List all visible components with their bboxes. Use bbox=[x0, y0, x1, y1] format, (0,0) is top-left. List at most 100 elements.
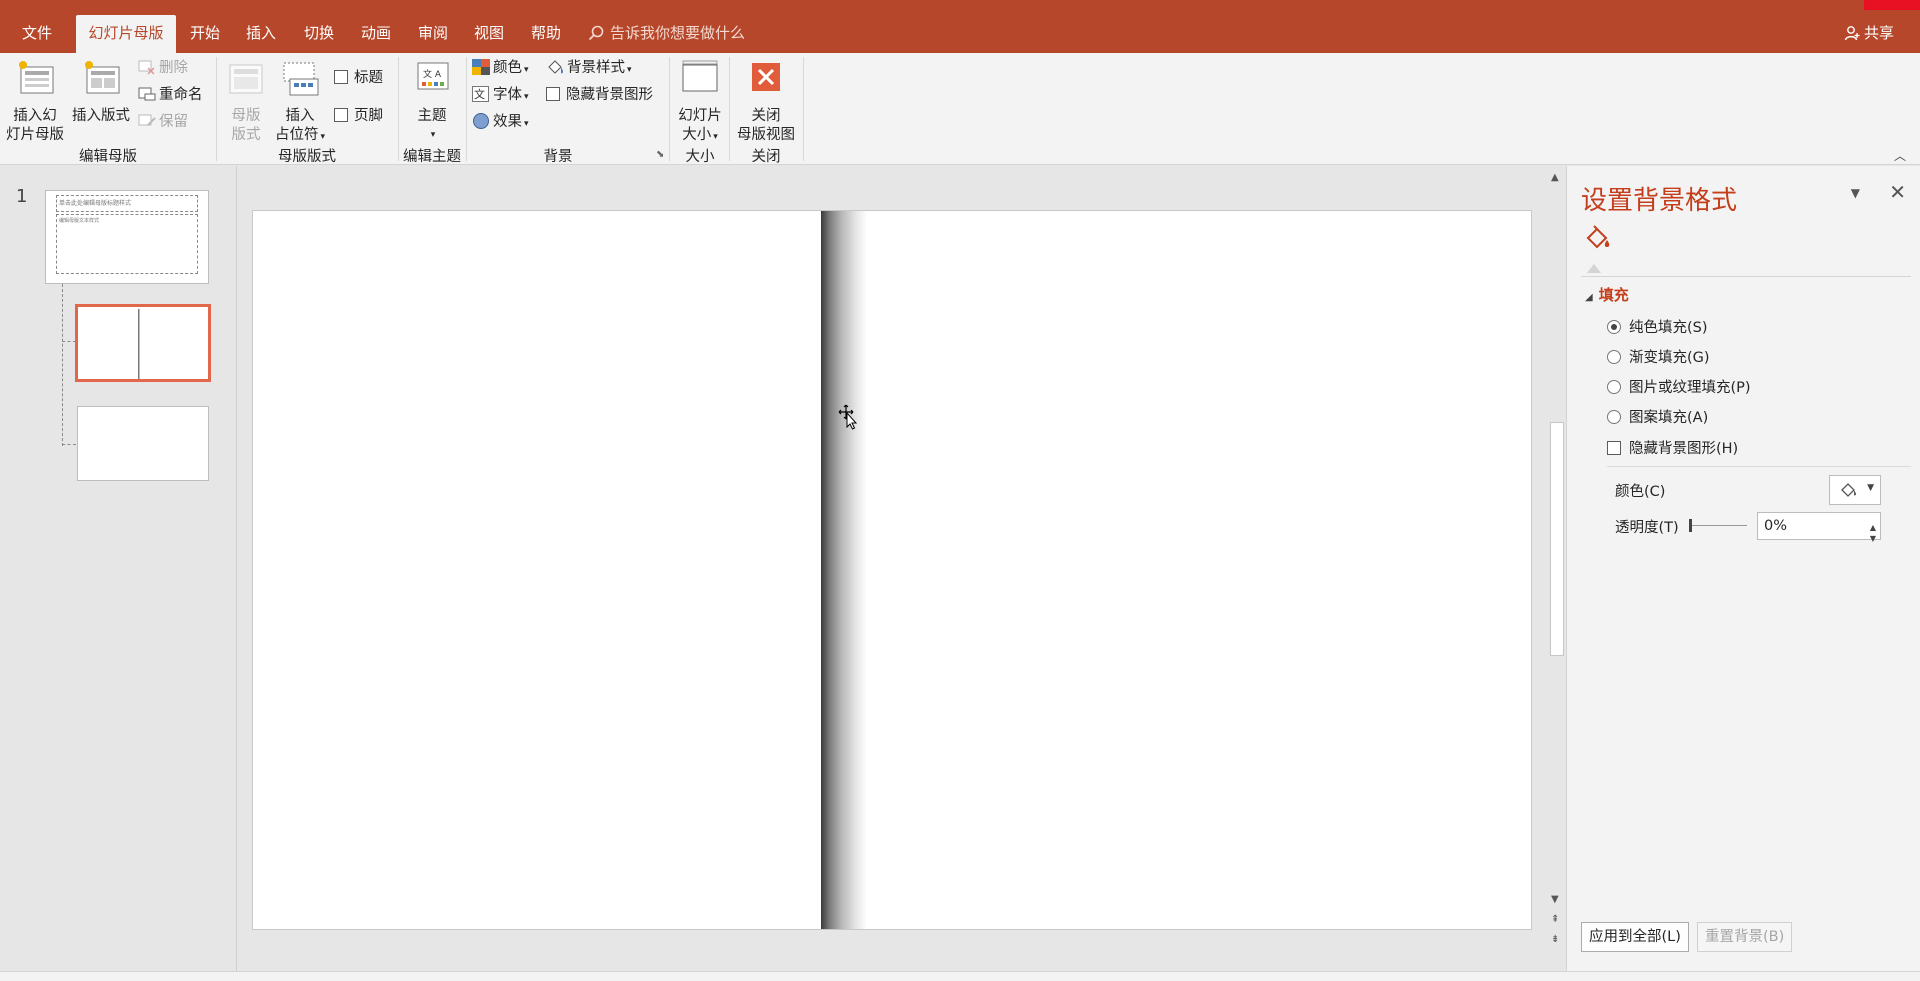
picture-fill-option[interactable]: 图片或纹理填充(P) bbox=[1607, 376, 1751, 397]
close-master-view-line1: 关闭 bbox=[751, 108, 781, 124]
insert-slide-master-button[interactable]: 插入幻 灯片母版 bbox=[4, 59, 66, 145]
layout-thumbnail-selected[interactable] bbox=[75, 304, 211, 382]
themes-button[interactable]: 文 A 主题 ▾ bbox=[406, 59, 458, 145]
pattern-fill-option[interactable]: 图案填充(A) bbox=[1607, 406, 1708, 427]
tab-home[interactable]: 开始 bbox=[182, 15, 228, 53]
layout-thumbnail[interactable] bbox=[77, 406, 209, 481]
apply-to-all-button[interactable]: 应用到全部(L) bbox=[1581, 922, 1689, 952]
previous-slide-icon[interactable]: ⇞ bbox=[1551, 914, 1559, 925]
tab-view[interactable]: 视图 bbox=[466, 15, 512, 53]
close-master-view-button[interactable]: 关闭 母版视图 bbox=[732, 59, 800, 145]
solid-fill-label: 纯色填充(S) bbox=[1629, 320, 1708, 336]
group-label-master-layout: 母版版式 bbox=[278, 149, 336, 165]
checkbox-box[interactable] bbox=[1607, 441, 1621, 455]
group-label-close: 关闭 bbox=[751, 149, 781, 165]
preserve-button[interactable]: 保留 bbox=[138, 111, 188, 133]
paint-bucket-icon bbox=[1841, 483, 1856, 497]
tab-slide-master[interactable]: 幻灯片母版 bbox=[76, 15, 176, 53]
insert-placeholder-button[interactable]: 插入 占位符 ▾ bbox=[272, 59, 328, 147]
master-layout-line1: 母版 bbox=[231, 108, 261, 124]
chevron-down-icon: ▼ bbox=[1867, 483, 1874, 493]
rename-button[interactable]: 重命名 bbox=[138, 84, 203, 106]
insert-layout-label: 插入版式 bbox=[72, 108, 130, 124]
tab-indicator bbox=[1587, 264, 1601, 273]
svg-text:文: 文 bbox=[474, 87, 485, 101]
checkbox-box[interactable] bbox=[334, 70, 348, 84]
background-styles-dropdown[interactable]: 背景样式 ▾ bbox=[546, 57, 632, 79]
slide-canvas[interactable] bbox=[252, 210, 1532, 930]
transparency-label: 透明度(T) bbox=[1615, 520, 1679, 536]
share-button[interactable]: 共享 bbox=[1844, 22, 1894, 43]
tab-file[interactable]: 文件 bbox=[6, 15, 68, 53]
checkbox-box[interactable] bbox=[546, 87, 560, 101]
spin-down-icon[interactable]: ▼ bbox=[1870, 526, 1876, 552]
scroll-down-icon[interactable]: ▼ bbox=[1551, 894, 1559, 905]
scroll-up-icon[interactable]: ▲ bbox=[1551, 172, 1559, 183]
fill-color-picker[interactable]: ▼ bbox=[1829, 475, 1881, 505]
hide-background-graphics-checkbox[interactable]: 隐藏背景图形 bbox=[546, 84, 653, 106]
transparency-slider[interactable] bbox=[1691, 525, 1747, 526]
chevron-down-icon: ▾ bbox=[627, 65, 632, 75]
page-fold-shadow[interactable] bbox=[821, 211, 867, 929]
reset-background-button[interactable]: 重置背景(B) bbox=[1697, 922, 1793, 952]
footer-checkbox[interactable]: 页脚 bbox=[334, 105, 383, 127]
solid-fill-option[interactable]: 纯色填充(S) bbox=[1607, 316, 1708, 337]
fonts-dropdown[interactable]: 文字体 ▾ bbox=[472, 84, 529, 106]
window-close-strip[interactable] bbox=[1864, 0, 1920, 10]
radio-button[interactable] bbox=[1607, 380, 1621, 394]
fill-section-header[interactable]: ◢ 填充 bbox=[1585, 284, 1629, 305]
master-layout-button[interactable]: 母版 版式 bbox=[222, 59, 270, 145]
move-cursor-icon bbox=[838, 404, 858, 430]
search-icon bbox=[588, 25, 604, 41]
tab-review[interactable]: 审阅 bbox=[410, 15, 456, 53]
chevron-down-icon: ▾ bbox=[320, 132, 326, 142]
tab-insert[interactable]: 插入 bbox=[238, 15, 284, 53]
hide-background-graphics-option[interactable]: 隐藏背景图形(H) bbox=[1607, 437, 1738, 458]
group-label-size: 大小 bbox=[685, 149, 715, 165]
slide-size-button[interactable]: 幻灯片 大小 ▾ bbox=[672, 59, 728, 147]
gradient-fill-option[interactable]: 渐变填充(G) bbox=[1607, 346, 1710, 367]
dialog-launcher-icon[interactable]: ⬊ bbox=[656, 149, 664, 160]
close-icon bbox=[752, 63, 780, 91]
rename-icon bbox=[138, 87, 156, 101]
tab-help[interactable]: 帮助 bbox=[523, 15, 569, 53]
effects-dropdown[interactable]: 效果 ▾ bbox=[472, 111, 529, 133]
collapse-triangle-icon: ◢ bbox=[1585, 292, 1593, 303]
delete-label: 删除 bbox=[159, 60, 188, 76]
preserve-label: 保留 bbox=[159, 114, 188, 130]
chevron-down-icon: ▾ bbox=[524, 65, 529, 75]
tell-me-search[interactable]: 告诉我你想要做什么 bbox=[588, 22, 745, 43]
radio-button[interactable] bbox=[1607, 350, 1621, 364]
checkbox-box[interactable] bbox=[334, 108, 348, 122]
next-slide-icon[interactable]: ⇟ bbox=[1551, 934, 1559, 945]
tell-me-text: 告诉我你想要做什么 bbox=[610, 24, 746, 42]
group-separator bbox=[803, 57, 804, 161]
colors-dropdown[interactable]: 颜色 ▾ bbox=[472, 57, 529, 79]
hide-bg-graphics-label: 隐藏背景图形(H) bbox=[1629, 441, 1739, 457]
vertical-scrollbar[interactable]: ▲ ▼ ⇞ ⇟ bbox=[1547, 166, 1565, 971]
pane-title: 设置背景格式 bbox=[1581, 186, 1738, 216]
title-checkbox[interactable]: 标题 bbox=[334, 67, 383, 89]
slide-master-thumbnail[interactable]: 单击此处编辑母版标题样式 编辑母版文本样式 bbox=[45, 190, 209, 284]
delete-button[interactable]: 删除 bbox=[138, 57, 188, 79]
pattern-fill-label: 图案填充(A) bbox=[1629, 410, 1709, 426]
chevron-down-icon[interactable]: ▼ bbox=[1851, 186, 1860, 200]
insert-layout-button[interactable]: 插入版式 bbox=[70, 59, 132, 126]
radio-button[interactable] bbox=[1607, 410, 1621, 424]
fill-tab-icon[interactable] bbox=[1583, 224, 1613, 252]
transparency-slider-thumb[interactable] bbox=[1689, 519, 1692, 532]
collapse-ribbon-icon[interactable]: ︿ bbox=[1894, 147, 1906, 164]
tab-animations[interactable]: 动画 bbox=[353, 15, 399, 53]
themes-icon: 文 A bbox=[417, 62, 449, 90]
tab-transitions[interactable]: 切换 bbox=[296, 15, 342, 53]
colors-icon bbox=[472, 59, 490, 75]
background-styles-label: 背景样式 bbox=[567, 60, 625, 76]
transparency-value: 0% bbox=[1764, 518, 1788, 534]
radio-button[interactable] bbox=[1607, 320, 1621, 334]
group-separator bbox=[669, 57, 670, 161]
transparency-input[interactable]: 0% ▲ ▼ bbox=[1757, 512, 1881, 543]
status-bar bbox=[0, 971, 1920, 981]
close-icon[interactable]: ✕ bbox=[1889, 180, 1906, 204]
picture-fill-label: 图片或纹理填充(P) bbox=[1629, 380, 1751, 396]
scroll-thumb[interactable] bbox=[1550, 422, 1564, 656]
